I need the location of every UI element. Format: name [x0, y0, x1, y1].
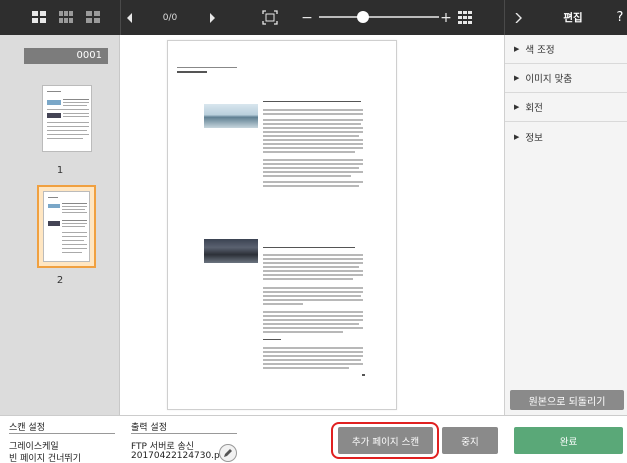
thumbnail-grid-small-icon[interactable]: [86, 11, 100, 24]
expand-arrow-icon: ▶: [514, 74, 520, 82]
scan-skip-blank: 빈 페이지 건너뛰기: [9, 454, 81, 463]
side-item-color-adjust[interactable]: ▶ 색 조정: [505, 35, 627, 64]
document-photo-2: [204, 239, 258, 263]
fit-page-icon[interactable]: [262, 10, 278, 25]
edit-side-panel: ▶ 색 조정 ▶ 이미지 맞춤 ▶ 회전 ▶ 정보 원본으로 되돌리기: [504, 35, 627, 415]
thumbnail-panel: 0001 1 2: [0, 35, 120, 415]
output-settings-divider: [131, 433, 237, 434]
top-toolbar: 0/0 − + 편집 ?: [0, 0, 627, 35]
thumbnail-label-1: 1: [56, 165, 64, 176]
zoom-slider-track: [319, 16, 439, 18]
output-settings-title[interactable]: 출력 설정: [131, 420, 167, 433]
toolbar-divider: [120, 0, 121, 35]
next-page-icon[interactable]: [208, 12, 216, 23]
toolbar-divider-2: [504, 0, 505, 35]
prev-page-icon[interactable]: [126, 12, 134, 23]
scan-settings-title[interactable]: 스캔 설정: [9, 420, 45, 433]
thumbnail-page-1[interactable]: [42, 85, 92, 152]
highlight-annotation: [331, 422, 439, 459]
scan-settings-divider: [9, 433, 115, 434]
stop-button[interactable]: 중지: [442, 427, 498, 454]
thumbnail-page-2[interactable]: [43, 191, 90, 262]
side-item-info[interactable]: ▶ 정보: [505, 122, 627, 151]
document-page-preview: [167, 40, 397, 410]
pencil-icon[interactable]: [219, 444, 237, 462]
page-number-field[interactable]: 0001: [24, 48, 108, 64]
document-photo-1: [204, 104, 258, 128]
thumbnail-grid-large-icon[interactable]: [32, 11, 46, 24]
zoom-in-icon[interactable]: +: [440, 10, 452, 26]
side-item-rotate[interactable]: ▶ 회전: [505, 93, 627, 122]
expand-arrow-icon: ▶: [514, 45, 520, 53]
multi-grid-icon[interactable]: [458, 11, 472, 24]
revert-to-original-button[interactable]: 원본으로 되돌리기: [510, 390, 624, 410]
collapse-panel-icon[interactable]: [514, 12, 522, 23]
expand-arrow-icon: ▶: [514, 132, 520, 141]
output-filename: 20170422124730.p...: [131, 451, 229, 461]
expand-arrow-icon: ▶: [514, 103, 520, 111]
page-counter: 0/0: [162, 12, 178, 23]
page-viewer[interactable]: [121, 35, 504, 415]
side-item-image-fit[interactable]: ▶ 이미지 맞춤: [505, 64, 627, 93]
zoom-slider[interactable]: [319, 11, 439, 23]
side-item-label: 회전: [525, 103, 543, 114]
thumbnail-grid-medium-icon[interactable]: [59, 11, 73, 24]
side-item-label: 이미지 맞춤: [525, 74, 573, 85]
thumbnail-label-2: 2: [56, 275, 64, 286]
help-icon[interactable]: ?: [614, 9, 626, 26]
zoom-slider-handle[interactable]: [357, 11, 369, 23]
zoom-out-icon[interactable]: −: [301, 10, 313, 26]
finish-button[interactable]: 완료: [514, 427, 623, 454]
side-item-label: 색 조정: [525, 45, 555, 56]
side-item-label: 정보: [525, 132, 543, 144]
side-panel-title: 편집: [563, 12, 583, 24]
